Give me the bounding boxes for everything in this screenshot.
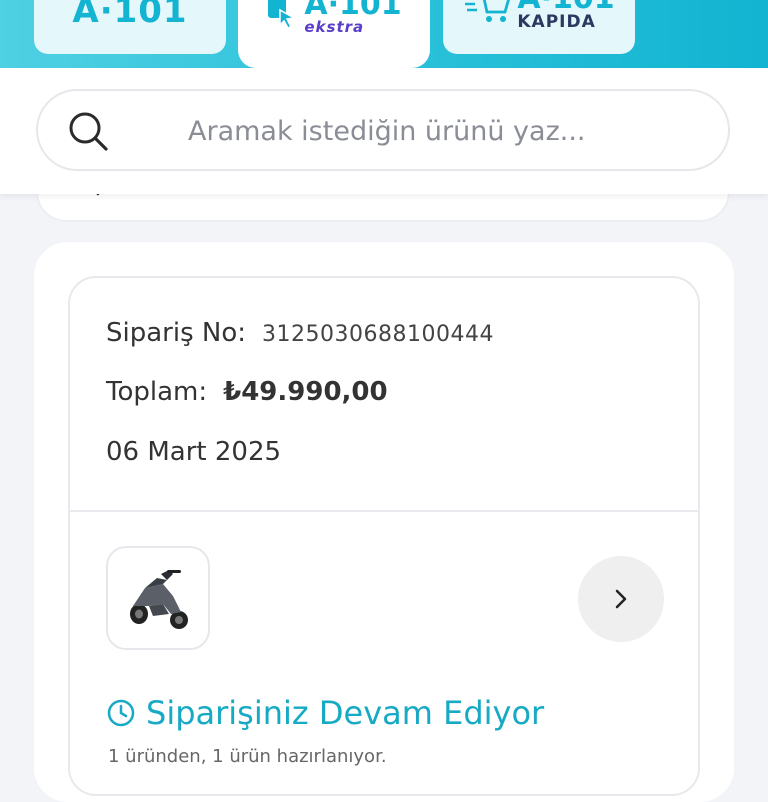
tab-a101-ekstra[interactable]: A·101 ekstra — [238, 0, 430, 68]
cursor-cart-icon — [268, 0, 297, 29]
product-thumbnail[interactable] — [106, 546, 210, 650]
a101-ekstra-logo: A·101 ekstra — [266, 0, 402, 36]
order-substatus: 1 üründen, 1 ürün hazırlanıyor. — [108, 746, 387, 767]
search-input[interactable] — [188, 109, 688, 153]
tab-a101-kapida[interactable]: A·101 KAPIDA — [443, 0, 635, 54]
a101-kapida-logo: A·101 KAPIDA — [463, 0, 615, 32]
scooter-image — [130, 570, 188, 629]
order-number-value: 3125030688100444 — [262, 322, 494, 347]
order-status: Siparişiniz Devam Ediyor — [106, 694, 544, 732]
order-number-row: Sipariş No: 3125030688100444 — [106, 318, 494, 348]
brand-tab-strip: A·101 A·101 ekstra A·101 — [0, 0, 768, 68]
chevron-right-icon — [615, 589, 627, 609]
search-header — [0, 68, 768, 194]
search-icon[interactable] — [66, 109, 110, 153]
order-total-row: Toplam: ₺49.990,00 — [106, 377, 388, 407]
search-bar[interactable] — [36, 89, 730, 171]
order-total-value: ₺49.990,00 — [223, 377, 388, 407]
order-number-label: Sipariş No: — [106, 318, 247, 348]
delivery-cart-icon — [465, 0, 511, 22]
divider — [70, 510, 698, 512]
order-detail-button[interactable] — [578, 556, 664, 642]
ekstra-logo-main: A·101 — [304, 0, 402, 22]
a101-logo: A·101 — [72, 0, 188, 31]
order-date-row: 06 Mart 2025 — [106, 437, 281, 467]
order-date: 06 Mart 2025 — [106, 437, 282, 467]
order-total-label: Toplam: — [106, 377, 208, 407]
order-status-text: Siparişiniz Devam Ediyor — [146, 694, 545, 732]
ekstra-logo-sub: ekstra — [304, 17, 365, 36]
clock-icon — [107, 699, 135, 727]
kapida-logo-sub: KAPIDA — [517, 11, 596, 32]
order-card[interactable]: Sipariş No: 3125030688100444 Toplam: ₺49… — [68, 276, 700, 796]
tab-a101[interactable]: A·101 — [34, 0, 226, 54]
